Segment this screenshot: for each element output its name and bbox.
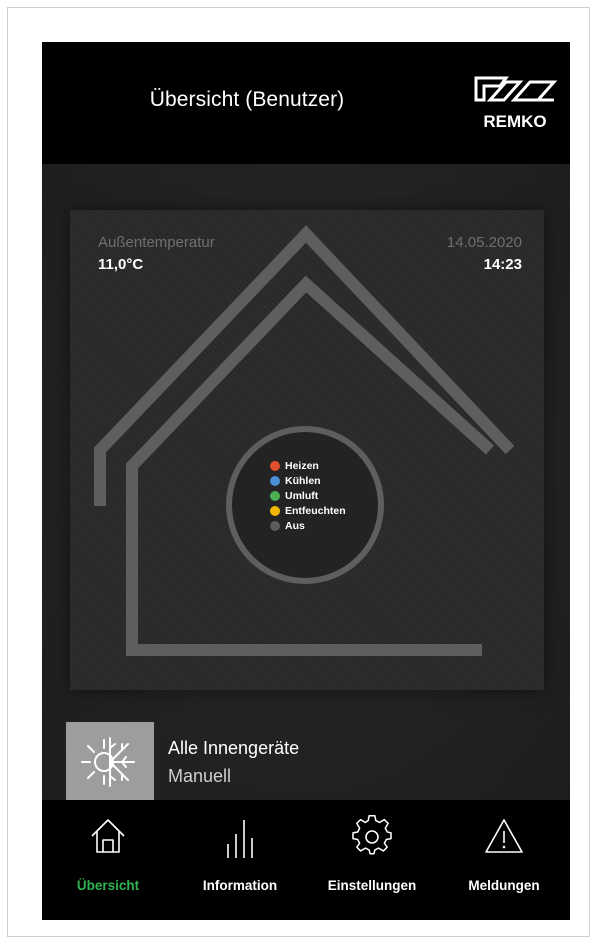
nav-label: Meldungen (468, 878, 540, 893)
legend-label: Heizen (285, 459, 319, 472)
nav-label: Übersicht (76, 878, 140, 893)
sun-snowflake-icon (66, 722, 154, 802)
dehumidify-dot-icon (270, 505, 280, 516)
app-screen: Übersicht (Benutzer) REMKO Außentemperat… (42, 42, 570, 920)
nav-label: Einstellungen (327, 878, 417, 893)
nav-item-meldungen[interactable]: Meldungen (438, 800, 570, 920)
legend-item-heizen: Heizen (270, 458, 390, 473)
device-mode: Manuell (168, 766, 232, 786)
nav-item-information[interactable]: Information (174, 800, 306, 920)
legend-label: Umluft (285, 489, 319, 502)
house-outline (94, 225, 515, 656)
legend-item-umluft: Umluft (270, 488, 390, 503)
legend-label: Entfeuchten (285, 504, 346, 517)
header-bar: Übersicht (Benutzer) REMKO (42, 42, 570, 164)
gear-icon (352, 815, 392, 855)
remko-logo: REMKO (474, 76, 558, 131)
page-title: Übersicht (Benutzer) (149, 88, 345, 111)
outdoor-temperature-value: 11,0°C (98, 256, 144, 273)
nav-item-uebersicht[interactable]: Übersicht (42, 800, 174, 920)
device-row-all-indoor-units[interactable]: Alle Innengeräte Manuell (66, 722, 570, 802)
legend-item-aus: Aus (270, 518, 390, 533)
home-icon (91, 819, 125, 853)
nav-label: Information (202, 878, 278, 893)
bars-icon (227, 820, 253, 858)
house-panel: Außentemperatur 11,0°C 14.05.2020 14:23 … (70, 210, 544, 690)
current-date: 14.05.2020 (446, 234, 522, 251)
overview-content: Außentemperatur 11,0°C 14.05.2020 14:23 … (42, 164, 570, 804)
outdoor-temperature-label: Außentemperatur (98, 234, 215, 251)
warning-icon (485, 819, 523, 853)
heat-dot-icon (270, 460, 280, 471)
current-time: 14:23 (483, 256, 522, 273)
fan-dot-icon (270, 490, 280, 501)
legend-item-kuehlen: Kühlen (270, 473, 390, 488)
off-dot-icon (270, 520, 280, 531)
legend-label: Aus (285, 519, 305, 532)
logo-text: REMKO (483, 112, 546, 131)
cool-dot-icon (270, 475, 280, 486)
device-name: Alle Innengeräte (168, 738, 300, 758)
legend-item-entfeuchten: Entfeuchten (270, 503, 390, 518)
nav-item-einstellungen[interactable]: Einstellungen (306, 800, 438, 920)
mode-legend: Heizen Kühlen Umluft Entfeuchten Aus (270, 458, 390, 533)
legend-label: Kühlen (285, 474, 321, 487)
bottom-nav: Übersicht Information Einstellungen Meld… (42, 800, 570, 920)
